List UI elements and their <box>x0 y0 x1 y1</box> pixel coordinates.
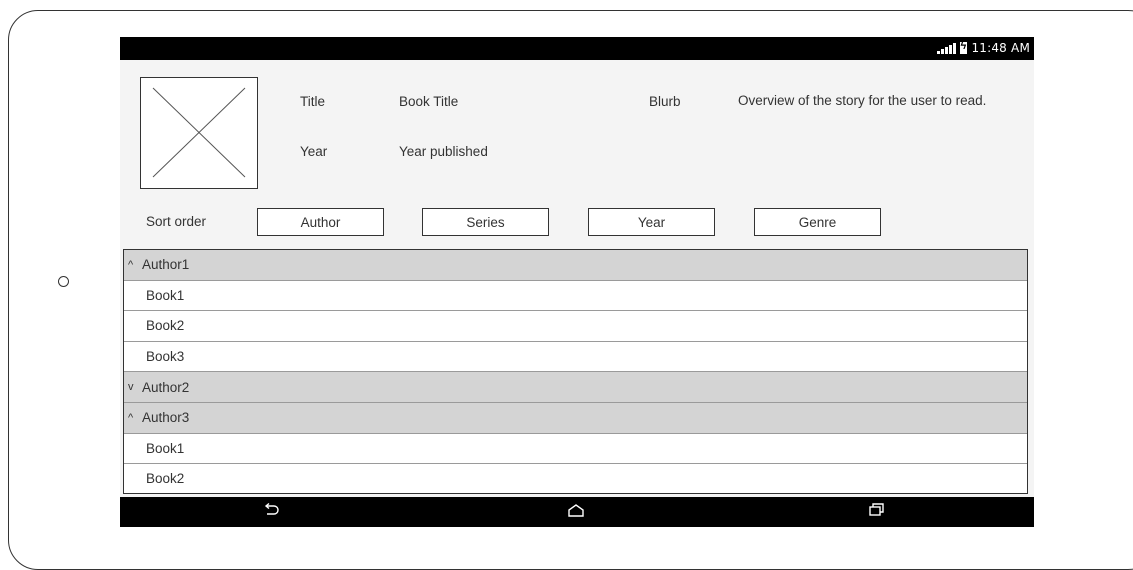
expand-toggle-icon: ^ <box>128 411 134 424</box>
navigation-bar <box>120 497 1034 527</box>
expand-toggle-icon: ^ <box>128 258 134 271</box>
book-label: Book2 <box>146 318 185 334</box>
status-icons: 11:48 AM <box>937 40 1030 55</box>
sort-year-button[interactable]: Year <box>588 208 715 236</box>
sort-order-label: Sort order <box>146 214 207 229</box>
front-camera <box>58 276 69 287</box>
back-icon[interactable] <box>262 501 280 524</box>
book-row[interactable]: Book1 <box>124 433 1027 465</box>
book-row[interactable]: Book1 <box>124 280 1027 312</box>
status-time: 11:48 AM <box>971 41 1030 55</box>
author-group-row[interactable]: ^ Author1 <box>124 250 1027 281</box>
year-value: Year published <box>399 144 488 159</box>
image-placeholder-icon <box>152 87 246 178</box>
sort-author-button[interactable]: Author <box>257 208 384 236</box>
book-row[interactable]: Book2 <box>124 311 1027 342</box>
author-group-row[interactable]: ^ Author3 <box>124 402 1027 434</box>
sort-genre-button[interactable]: Genre <box>754 208 881 236</box>
book-row[interactable]: Book2 <box>124 464 1027 493</box>
blurb-text: Overview of the story for the user to re… <box>738 93 987 108</box>
book-label: Book3 <box>146 349 185 365</box>
author-group-row[interactable]: v Author2 <box>124 372 1027 403</box>
book-list: ^ Author1 Book1 Book2 Book3 v Author2 ^ … <box>123 249 1028 494</box>
battery-charging-icon <box>960 40 968 54</box>
book-label: Book1 <box>146 440 185 456</box>
recents-icon[interactable] <box>868 501 886 524</box>
title-value: Book Title <box>399 94 459 109</box>
title-label: Title <box>300 94 326 109</box>
home-icon[interactable] <box>567 501 585 524</box>
author-label: Author1 <box>142 257 190 273</box>
collapse-toggle-icon: v <box>128 381 134 394</box>
book-label: Book1 <box>146 287 185 303</box>
signal-icon <box>937 42 957 54</box>
book-cover-image <box>140 77 258 189</box>
sort-series-button[interactable]: Series <box>422 208 549 236</box>
book-label: Book2 <box>146 471 185 487</box>
app-screen: 11:48 AM Title Book Title Year Year publ… <box>120 37 1034 527</box>
author-label: Author2 <box>142 379 190 395</box>
year-label: Year <box>300 144 328 159</box>
blurb-label: Blurb <box>649 94 681 109</box>
book-row[interactable]: Book3 <box>124 341 1027 373</box>
status-bar: 11:48 AM <box>120 37 1034 60</box>
author-label: Author3 <box>142 410 190 426</box>
